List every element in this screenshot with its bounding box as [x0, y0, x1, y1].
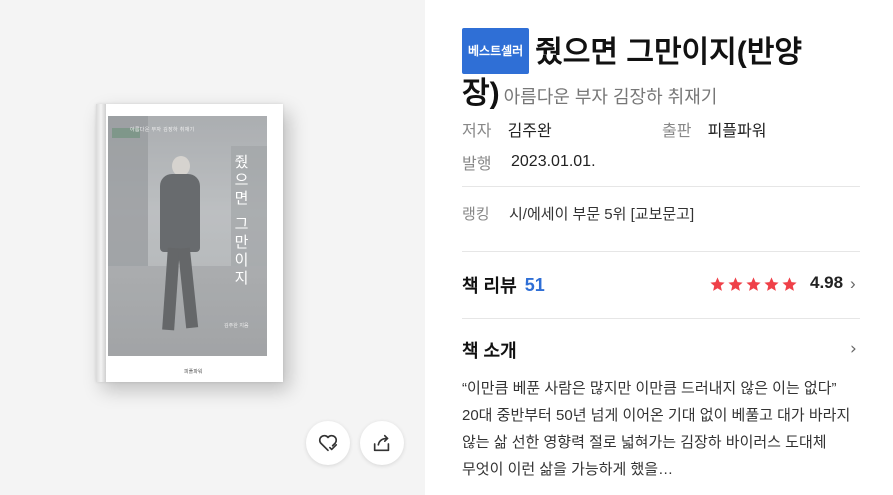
star-icon	[728, 277, 743, 291]
author-value[interactable]: 김주완	[508, 117, 662, 141]
meta-row-author: 저자 김주완 출판 피플파워	[462, 112, 862, 145]
ranking-value[interactable]: 시/에세이 부문 5위 [교보문고]	[509, 203, 694, 224]
cover-publisher: 피플파워	[184, 369, 203, 375]
divider	[462, 251, 860, 252]
chevron-right-icon[interactable]: ›	[850, 274, 856, 294]
book-info-panel: 베스트셀러 줬으면 그만이지(반양 장) 아름다운 부자 김장하 취재기 저자 김주…	[425, 0, 893, 495]
star-icon	[746, 277, 761, 291]
ranking-row: 랭킹 시/에세이 부문 5위 [교보문고]	[462, 203, 694, 224]
intro-heading: 책 소개	[462, 341, 517, 361]
ranking-label: 랭킹	[462, 206, 490, 223]
divider	[462, 186, 860, 187]
cover-author: 김주완 지음	[224, 323, 249, 329]
intro-text: “이만큼 베푼 사람은 많지만 이만큼 드러내지 않은 이는 없다” 20대 중…	[462, 380, 851, 478]
date-label: 발행	[462, 155, 492, 173]
book-title: 베스트셀러 줬으면 그만이지(반양	[462, 28, 882, 74]
heart-check-icon	[318, 434, 338, 452]
star-icon	[782, 277, 797, 291]
bestseller-badge: 베스트셀러	[462, 28, 530, 74]
chevron-right-icon[interactable]: ›	[850, 339, 857, 359]
review-count: 51	[524, 274, 545, 295]
review-row[interactable]: 책 리뷰 51 4.98 ›	[462, 270, 862, 300]
book-meta: 저자 김주완 출판 피플파워 발행 2023.01.01.	[462, 112, 862, 178]
title-block: 베스트셀러 줬으면 그만이지(반양 장) 아름다운 부자 김장하 취재기	[462, 28, 882, 117]
book-cover-panel: 아름다운 부자 김장하 취재기 줬으면 그만이지 김주완 지음 피플파워	[0, 0, 425, 495]
share-button[interactable]	[360, 421, 404, 465]
book-cover-image[interactable]: 아름다운 부자 김장하 취재기 줬으면 그만이지 김주완 지음 피플파워	[96, 104, 283, 382]
publisher-value[interactable]: 피플파워	[708, 117, 862, 141]
share-icon	[373, 434, 390, 452]
star-icon	[710, 277, 725, 291]
divider	[462, 318, 860, 319]
cover-art: 아름다운 부자 김장하 취재기 줬으면 그만이지 김주완 지음	[108, 116, 267, 356]
publisher-label: 출판	[662, 122, 692, 140]
cover-subtitle: 아름다운 부자 김장하 취재기	[130, 127, 195, 133]
author-label: 저자	[462, 122, 492, 140]
book-title-line2-row: 장) 아름다운 부자 김장하 취재기	[462, 74, 882, 117]
book-title-line2: 장)	[462, 77, 500, 110]
rating-stars	[709, 276, 798, 293]
book-spine	[96, 104, 106, 382]
date-value: 2023.01.01.	[511, 152, 596, 170]
review-score: 4.98	[810, 273, 844, 292]
meta-row-date: 발행 2023.01.01.	[462, 145, 862, 178]
review-label: 책 리뷰	[462, 276, 517, 296]
book-title-line1: 줬으면 그만이지(반양	[535, 36, 802, 69]
book-subtitle: 아름다운 부자 김장하 취재기	[503, 87, 718, 107]
wishlist-button[interactable]	[306, 421, 350, 465]
star-icon	[764, 277, 779, 291]
cover-title: 줬으면 그만이지	[232, 154, 250, 288]
